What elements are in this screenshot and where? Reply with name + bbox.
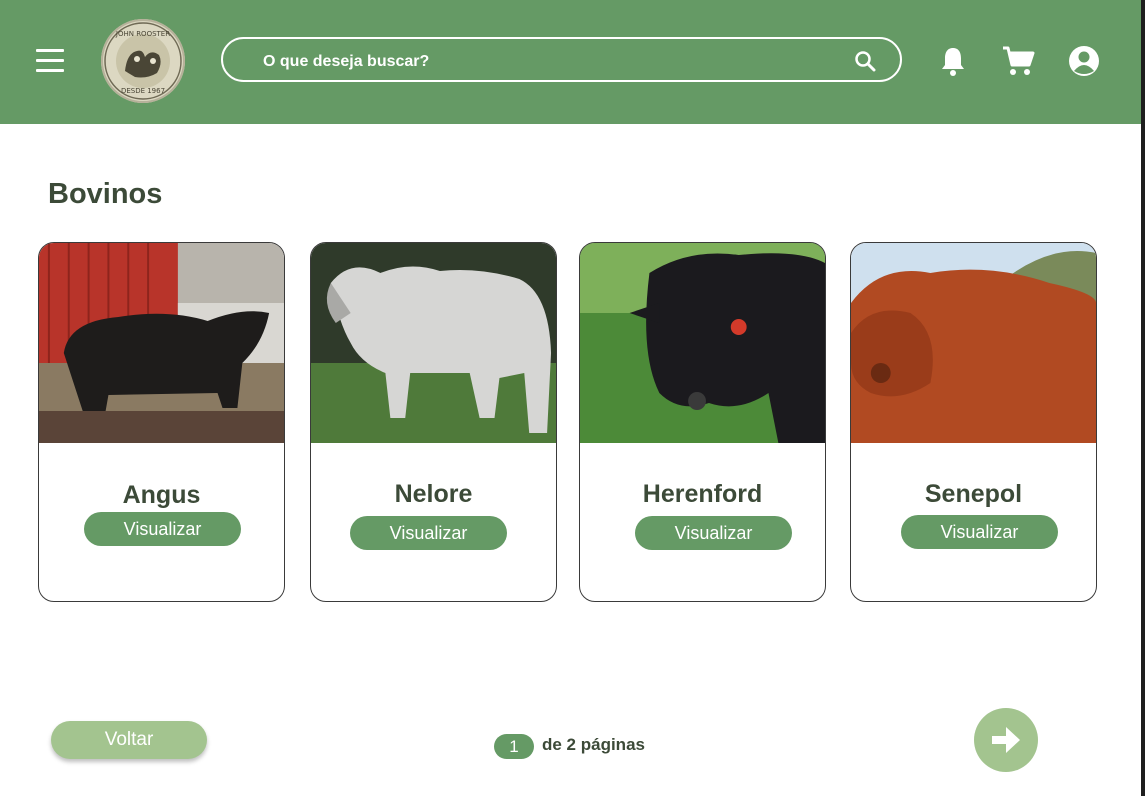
view-button-angus[interactable]: Visualizar — [84, 512, 241, 546]
top-bar: JOHN ROOSTER DESDE 1967 O que deseja bus… — [0, 0, 1141, 124]
page-count-text: de 2 páginas — [542, 735, 645, 754]
page-title: Bovinos — [48, 178, 163, 210]
nelore-cattle-image — [311, 243, 556, 443]
search-input[interactable]: O que deseja buscar? — [221, 37, 902, 82]
rooster-logo-icon: JOHN ROOSTER DESDE 1967 — [104, 22, 182, 100]
angus-cattle-image — [39, 243, 284, 443]
card-title: Herenford — [642, 480, 763, 508]
arrow-right-icon — [992, 727, 1020, 753]
menu-icon[interactable] — [36, 49, 64, 73]
view-button-senepol[interactable]: Visualizar — [901, 515, 1058, 549]
senepol-cattle-image — [851, 243, 1096, 443]
back-button[interactable]: Voltar — [51, 721, 207, 759]
search-placeholder: O que deseja buscar? — [263, 53, 430, 70]
product-card-senepol: Senepol Visualizar — [850, 242, 1097, 602]
product-card-nelore: Nelore Visualizar — [310, 242, 557, 602]
cart-icon[interactable] — [1001, 44, 1035, 78]
card-title: Angus — [122, 481, 201, 509]
product-card-angus: Angus Visualizar — [38, 242, 285, 602]
bell-icon[interactable] — [936, 44, 970, 78]
view-button-herenford[interactable]: Visualizar — [635, 516, 792, 550]
current-page-badge[interactable]: 1 — [494, 734, 534, 759]
user-icon[interactable] — [1067, 44, 1101, 78]
logo-top-text: JOHN ROOSTER — [115, 30, 170, 38]
view-button-nelore[interactable]: Visualizar — [350, 516, 507, 550]
window-edge — [1141, 0, 1145, 796]
product-card-herenford: Herenford Visualizar — [579, 242, 826, 602]
herenford-cattle-image — [580, 243, 825, 443]
card-title: Senepol — [924, 480, 1023, 508]
search-icon[interactable] — [854, 50, 876, 72]
next-page-button[interactable] — [974, 708, 1038, 772]
brand-logo[interactable]: JOHN ROOSTER DESDE 1967 — [101, 19, 185, 103]
logo-bottom-text: DESDE 1967 — [121, 87, 165, 95]
card-title: Nelore — [394, 480, 473, 508]
